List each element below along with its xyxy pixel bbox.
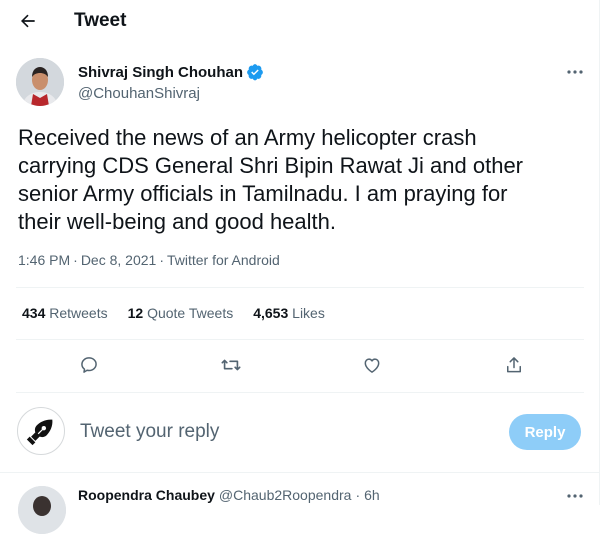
tweet-actions (0, 349, 600, 381)
likes-label: Likes (292, 305, 325, 321)
retweet-action-button[interactable] (219, 353, 243, 377)
avatar-image (16, 58, 64, 106)
retweets-stat[interactable]: 434 Retweets (22, 305, 108, 321)
more-horizontal-icon (567, 70, 583, 74)
share-icon (507, 357, 521, 373)
reply-author-handle[interactable]: @Chaub2Roopendra (219, 487, 352, 503)
tweet-date[interactable]: Dec 8, 2021 (81, 252, 157, 268)
reply-time[interactable]: 6h (364, 487, 380, 503)
quote-tweets-stat[interactable]: 12 Quote Tweets (128, 305, 234, 321)
retweet-icon (221, 359, 241, 371)
page-title: Tweet (74, 10, 127, 31)
tweet-time[interactable]: 1:46 PM (18, 252, 70, 268)
meta-separator: · (159, 252, 164, 268)
current-user-avatar[interactable] (17, 407, 65, 455)
tweet-text: Received the news of an Army helicopter … (18, 125, 524, 234)
reply-more-button[interactable] (563, 486, 587, 506)
likes-stat[interactable]: 4,653 Likes (253, 305, 325, 321)
tweet-stats: 434 Retweets 12 Quote Tweets 4,653 Likes (22, 305, 325, 321)
reply-submit-button[interactable]: Reply (509, 414, 581, 450)
quote-tweets-label: Quote Tweets (147, 305, 234, 321)
reply-action-button[interactable] (77, 353, 101, 377)
reply-author-avatar[interactable] (18, 486, 66, 534)
meta-separator: · (73, 252, 78, 268)
reply-separator: · (355, 487, 361, 503)
reply-input[interactable]: Tweet your reply (80, 421, 219, 443)
tweet-source[interactable]: Twitter for Android (167, 252, 280, 268)
reply-author-name[interactable]: Roopendra Chaubey (78, 487, 215, 503)
back-button[interactable] (16, 9, 40, 33)
heart-icon (364, 358, 380, 373)
author-avatar[interactable] (16, 58, 64, 106)
avatar-image (18, 486, 66, 534)
page-header: Tweet (0, 0, 600, 42)
author-handle[interactable]: @ChouhanShivraj (78, 85, 200, 102)
retweets-label: Retweets (49, 305, 108, 321)
tweet-more-button[interactable] (563, 62, 587, 82)
pen-nib-icon (26, 419, 53, 446)
share-action-button[interactable] (502, 353, 526, 377)
like-action-button[interactable] (360, 353, 384, 377)
verified-badge-icon (246, 63, 264, 81)
author-name[interactable]: Shivraj Singh Chouhan (78, 64, 243, 81)
tweet-meta: 1:46 PM · Dec 8, 2021 · Twitter for Andr… (18, 252, 280, 268)
author-name-row[interactable]: Shivraj Singh Chouhan (78, 63, 264, 81)
comment-icon (81, 357, 97, 373)
divider (16, 392, 584, 393)
retweets-count: 434 (22, 305, 46, 321)
quote-tweets-count: 12 (127, 305, 144, 321)
divider (16, 287, 584, 288)
divider (0, 472, 600, 473)
tweet-page: Tweet Shivraj Singh Chouhan @ChouhanShiv… (0, 0, 600, 534)
more-horizontal-icon (567, 494, 583, 498)
likes-count: 4,653 (253, 305, 289, 321)
arrow-left-icon (21, 14, 35, 28)
reply-author-row: Roopendra Chaubey @Chaub2Roopendra · 6h (78, 487, 380, 503)
divider (16, 339, 584, 340)
